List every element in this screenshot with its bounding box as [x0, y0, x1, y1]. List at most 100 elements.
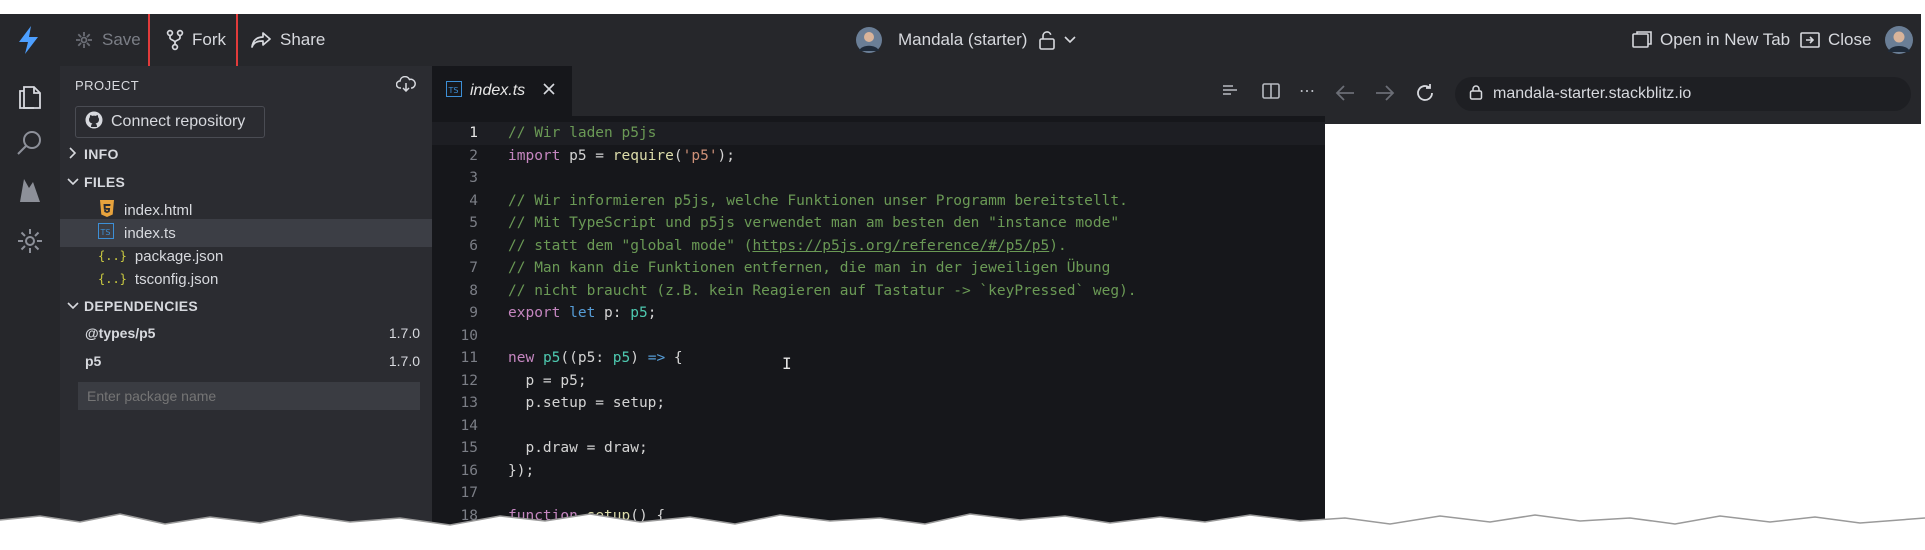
dependencies-heading: DEPENDENCIES — [84, 298, 199, 314]
code-line[interactable]: 15 p.draw = draw; — [432, 437, 1325, 460]
project-avatar — [856, 27, 882, 53]
firebase-icon[interactable] — [15, 176, 45, 206]
search-icon[interactable] — [15, 128, 45, 158]
code-line[interactable]: 12 p = p5; — [432, 370, 1325, 393]
torn-edge-decoration — [0, 513, 1925, 550]
code-line[interactable]: 1 // Wir laden p5js — [432, 122, 1325, 145]
editor-tab-bar: TS index.ts ⋯ — [432, 66, 1325, 116]
back-arrow-icon[interactable] — [1335, 84, 1355, 107]
typescript-icon: TS — [98, 223, 114, 243]
line-number: 6 — [469, 237, 478, 254]
project-heading: PROJECT — [75, 77, 140, 93]
close-tab-icon[interactable] — [543, 82, 555, 100]
split-editor-icon[interactable] — [1262, 82, 1280, 105]
project-title-group: Mandala (starter) — [856, 14, 1027, 66]
dependency-row[interactable]: p5 1.7.0 — [60, 347, 432, 375]
files-section-toggle[interactable]: FILES — [60, 168, 432, 196]
connect-repository-button[interactable]: Connect repository — [75, 106, 265, 138]
visibility-dropdown[interactable] — [1038, 14, 1076, 66]
connect-repository-label: Connect repository — [111, 113, 246, 130]
code-line[interactable]: 2 import p5 = require('p5'); — [432, 145, 1325, 168]
tab-label: index.ts — [470, 82, 526, 99]
line-number: 13 — [460, 395, 478, 411]
new-tab-icon — [1632, 31, 1652, 49]
file-name: index.ts — [124, 224, 176, 242]
open-in-new-tab-button[interactable]: Open in New Tab — [1632, 14, 1790, 66]
unlock-icon — [1038, 30, 1056, 50]
dependencies-section-toggle[interactable]: DEPENDENCIES — [60, 292, 432, 320]
file-name: package.json — [134, 247, 224, 265]
line-number: 4 — [469, 192, 478, 209]
share-button[interactable]: Share — [250, 14, 325, 66]
code-line[interactable]: 8 // nicht braucht (z.B. kein Reagieren a… — [432, 280, 1325, 303]
share-icon — [250, 30, 272, 50]
code-line[interactable]: 16}); — [432, 460, 1325, 483]
code-text: // Wir laden p5js — [508, 125, 657, 141]
stackblitz-logo-icon[interactable] — [16, 14, 42, 66]
info-heading: INFO — [84, 146, 119, 162]
code-line[interactable]: 13 p.setup = setup; — [432, 392, 1325, 415]
line-number: 10 — [460, 327, 478, 344]
save-label: Save — [102, 30, 141, 49]
project-header: PROJECT — [60, 70, 432, 100]
dependency-version: 1.7.0 — [388, 353, 420, 369]
code-text: p.setup = setup; — [508, 395, 666, 411]
forward-arrow-icon[interactable] — [1375, 84, 1395, 107]
code-text: // statt dem "global mode" (https://p5js… — [508, 237, 1067, 254]
code-line[interactable]: 7 // Man kann die Funktionen entfernen, d… — [432, 257, 1325, 280]
line-number: 15 — [460, 440, 478, 456]
code-text: // Wir informieren p5js, welche Funktion… — [508, 192, 1128, 209]
download-cloud-icon[interactable] — [395, 75, 416, 96]
code-line[interactable]: 11 new p5((p5: p5) => { — [432, 347, 1325, 370]
format-code-icon[interactable] — [1222, 83, 1238, 104]
json-icon: {..} — [98, 272, 127, 286]
editor-tab-index-ts[interactable]: TS index.ts — [432, 66, 572, 116]
code-line[interactable]: 3 — [432, 167, 1325, 190]
line-number: 16 — [460, 462, 478, 479]
code-text: new p5((p5: p5) => { — [508, 350, 683, 366]
dependency-version: 1.7.0 — [388, 325, 420, 341]
project-sidebar: PROJECT Connect repository INFO FILES in… — [60, 66, 432, 546]
line-number: 14 — [460, 417, 478, 434]
github-icon — [85, 111, 103, 133]
code-line[interactable]: 10 — [432, 325, 1325, 348]
chevron-down-icon — [67, 298, 79, 315]
code-text: // Mit TypeScript und p5js verwendet man… — [508, 215, 1120, 231]
line-number: 11 — [460, 350, 478, 366]
code-line[interactable]: 4 // Wir informieren p5js, welche Funktio… — [432, 190, 1325, 213]
close-button[interactable]: Close — [1800, 14, 1871, 66]
line-number: 2 — [469, 147, 478, 164]
stackblitz-window: Save Fork Share Mandala (starter) Open i… — [0, 14, 1921, 546]
code-text: export let p: p5; — [508, 305, 657, 321]
lock-icon — [1469, 84, 1483, 105]
line-number: 5 — [469, 215, 478, 231]
package-name-input[interactable] — [78, 382, 420, 410]
dependency-row[interactable]: @types/p5 1.7.0 — [60, 319, 432, 347]
files-explorer-icon[interactable] — [15, 80, 45, 110]
top-toolbar: Save Fork Share Mandala (starter) Open i… — [0, 14, 1921, 66]
code-text: // Man kann die Funktionen entfernen, di… — [508, 260, 1111, 276]
line-number: 8 — [469, 282, 478, 299]
gear-icon[interactable] — [15, 226, 45, 256]
preview-url-bar[interactable]: mandala-starter.stackblitz.io — [1455, 77, 1911, 111]
code-line[interactable]: 6 // statt dem "global mode" (https://p5j… — [432, 235, 1325, 258]
file-name: tsconfig.json — [134, 270, 219, 288]
chevron-right-icon — [68, 146, 78, 163]
preview-pane: mandala-starter.stackblitz.io — [1325, 66, 1921, 546]
code-line[interactable]: 14 — [432, 415, 1325, 438]
more-options-icon[interactable]: ⋯ — [1299, 81, 1315, 101]
user-avatar[interactable] — [1885, 14, 1913, 66]
save-button[interactable]: Save — [74, 14, 141, 66]
svg-text:TS: TS — [100, 228, 111, 237]
svg-text:TS: TS — [448, 86, 459, 95]
info-section-toggle[interactable]: INFO — [60, 140, 432, 168]
line-number: 1 — [469, 125, 478, 141]
html5-icon — [100, 199, 114, 221]
dependency-name: p5 — [85, 353, 102, 369]
reload-icon[interactable] — [1415, 83, 1435, 108]
file-item-tsconfig-json[interactable]: {..} tsconfig.json — [60, 265, 432, 293]
code-line[interactable]: 9 export let p: p5; — [432, 302, 1325, 325]
activity-bar — [0, 66, 60, 546]
code-line[interactable]: 5 // Mit TypeScript und p5js verwendet ma… — [432, 212, 1325, 235]
preview-url: mandala-starter.stackblitz.io — [1493, 85, 1692, 102]
